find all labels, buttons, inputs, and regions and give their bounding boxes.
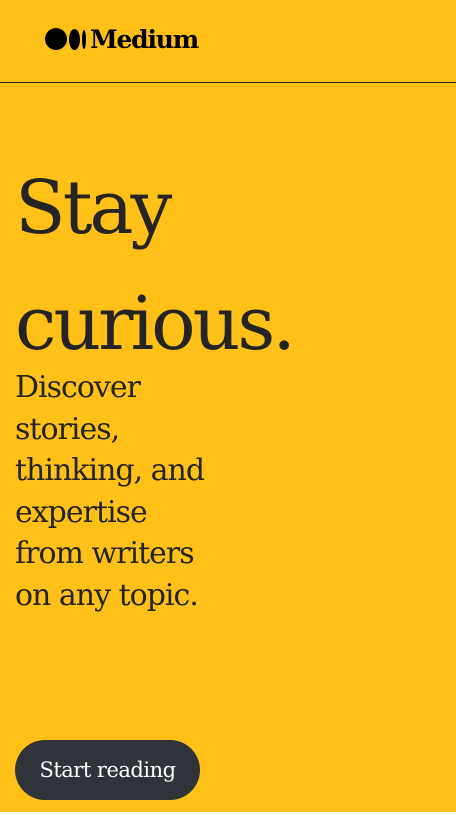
hero-title: Stay curious. bbox=[15, 150, 415, 382]
start-reading-button[interactable]: Start reading bbox=[15, 740, 200, 800]
hero-subtitle: Discover stories, thinking, and expertis… bbox=[15, 370, 205, 613]
medium-logo-icon bbox=[45, 28, 86, 50]
hero-title-line-2: curious. bbox=[15, 281, 296, 367]
medium-logo-link[interactable]: Medium bbox=[45, 22, 199, 56]
logo-wordmark: Medium bbox=[90, 24, 199, 54]
top-header: Medium bbox=[0, 0, 456, 83]
hero-title-line-1: Stay bbox=[15, 165, 172, 251]
